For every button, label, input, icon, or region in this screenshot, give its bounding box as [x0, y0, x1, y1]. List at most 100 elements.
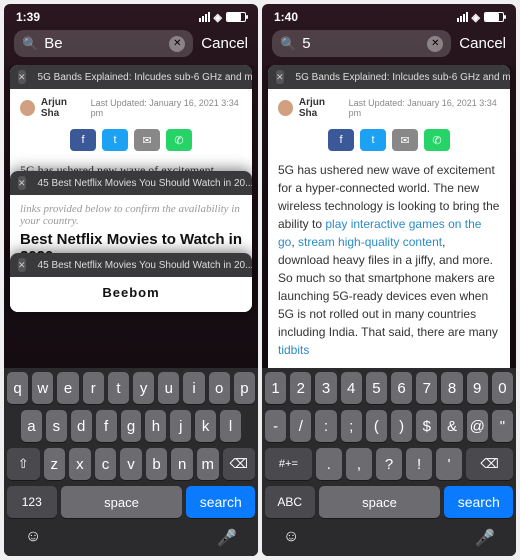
dictation-key[interactable]: 🎤: [475, 528, 495, 548]
key-:[interactable]: :: [315, 410, 336, 442]
key-6[interactable]: 6: [391, 372, 412, 404]
cellular-icon: [199, 12, 210, 22]
key-@[interactable]: @: [467, 410, 488, 442]
article-body: 5G has ushered new wave of excitement fo…: [278, 161, 500, 359]
close-tab-icon[interactable]: ✕: [18, 176, 26, 190]
key-&[interactable]: &: [441, 410, 462, 442]
key-y[interactable]: y: [133, 372, 154, 404]
clear-icon[interactable]: ✕: [169, 36, 185, 52]
key-i[interactable]: i: [183, 372, 204, 404]
key-7[interactable]: 7: [416, 372, 437, 404]
email-icon[interactable]: ✉: [134, 129, 160, 151]
key-a[interactable]: a: [21, 410, 42, 442]
key--[interactable]: -: [265, 410, 286, 442]
emoji-key[interactable]: ☺: [25, 528, 41, 548]
tab-search-field[interactable]: 🔍 Be ✕: [14, 30, 193, 57]
key-;[interactable]: ;: [341, 410, 362, 442]
avatar: [278, 100, 293, 116]
key-s[interactable]: s: [46, 410, 67, 442]
clear-icon[interactable]: ✕: [427, 36, 443, 52]
battery-icon: [226, 12, 246, 22]
key-$[interactable]: $: [416, 410, 437, 442]
key-5[interactable]: 5: [366, 372, 387, 404]
key-0[interactable]: 0: [492, 372, 513, 404]
key-h[interactable]: h: [145, 410, 166, 442]
key-![interactable]: !: [406, 448, 432, 480]
key-.[interactable]: .: [316, 448, 342, 480]
key-e[interactable]: e: [57, 372, 78, 404]
mode-key[interactable]: ABC: [265, 486, 315, 518]
shift-key[interactable]: ⇧: [7, 448, 40, 480]
key-8[interactable]: 8: [441, 372, 462, 404]
search-key[interactable]: search: [444, 486, 513, 518]
wifi-icon: ◈: [214, 11, 222, 24]
key-b[interactable]: b: [146, 448, 168, 480]
backspace-key[interactable]: ⌫: [466, 448, 513, 480]
key-3[interactable]: 3: [315, 372, 336, 404]
key-4[interactable]: 4: [341, 372, 362, 404]
key-,[interactable]: ,: [346, 448, 372, 480]
space-key[interactable]: space: [61, 486, 183, 518]
key-?[interactable]: ?: [376, 448, 402, 480]
key-k[interactable]: k: [195, 410, 216, 442]
author-name: Arjun Sha: [299, 97, 343, 119]
key-c[interactable]: c: [95, 448, 117, 480]
whatsapp-icon[interactable]: ✆: [424, 129, 450, 151]
cancel-button[interactable]: Cancel: [459, 35, 506, 52]
cancel-button[interactable]: Cancel: [201, 35, 248, 52]
tab-title: 5G Bands Explained: Inlcudes sub-6 GHz a…: [38, 72, 252, 83]
facebook-icon[interactable]: f: [328, 129, 354, 151]
twitter-icon[interactable]: t: [360, 129, 386, 151]
close-tab-icon[interactable]: ✕: [18, 70, 26, 84]
twitter-icon[interactable]: t: [102, 129, 128, 151]
key-n[interactable]: n: [171, 448, 193, 480]
tab-search-field[interactable]: 🔍 5 ✕: [272, 30, 451, 57]
search-key[interactable]: search: [186, 486, 255, 518]
search-query: Be: [44, 35, 163, 52]
site-logo: Beebom: [20, 285, 242, 300]
key-u[interactable]: u: [158, 372, 179, 404]
key-d[interactable]: d: [71, 410, 92, 442]
updated-text: Last Updated: January 16, 2021 3:34 pm: [349, 98, 500, 118]
key-r[interactable]: r: [83, 372, 104, 404]
key-o[interactable]: o: [209, 372, 230, 404]
close-tab-icon[interactable]: ✕: [18, 258, 26, 272]
link-stream[interactable]: stream high-quality content: [298, 235, 442, 249]
key-x[interactable]: x: [69, 448, 91, 480]
key-z[interactable]: z: [44, 448, 66, 480]
tab-card[interactable]: ✕ 5G Bands Explained: Inlcudes sub-6 GHz…: [10, 65, 252, 187]
emoji-key[interactable]: ☺: [283, 528, 299, 548]
key-l[interactable]: l: [220, 410, 241, 442]
key-t[interactable]: t: [108, 372, 129, 404]
space-key[interactable]: space: [319, 486, 441, 518]
dictation-key[interactable]: 🎤: [217, 528, 237, 548]
backspace-key[interactable]: ⌫: [223, 448, 256, 480]
facebook-icon[interactable]: f: [70, 129, 96, 151]
key-w[interactable]: w: [32, 372, 53, 404]
key-f[interactable]: f: [96, 410, 117, 442]
link-tidbits[interactable]: tidbits: [278, 343, 309, 357]
key-p[interactable]: p: [234, 372, 255, 404]
whatsapp-icon[interactable]: ✆: [166, 129, 192, 151]
key-)[interactable]: ): [391, 410, 412, 442]
key-9[interactable]: 9: [467, 372, 488, 404]
key-v[interactable]: v: [120, 448, 142, 480]
key-g[interactable]: g: [121, 410, 142, 442]
key-1[interactable]: 1: [265, 372, 286, 404]
key-'[interactable]: ': [436, 448, 462, 480]
key-/[interactable]: /: [290, 410, 311, 442]
tab-card[interactable]: ✕ 5G Bands Explained: Inlcudes sub-6 GHz…: [268, 65, 510, 368]
tab-title: 5G Bands Explained: Inlcudes sub-6 GHz a…: [296, 72, 510, 83]
key-([interactable]: (: [366, 410, 387, 442]
key-"[interactable]: ": [492, 410, 513, 442]
symbols-key[interactable]: #+=: [265, 448, 312, 480]
key-m[interactable]: m: [197, 448, 219, 480]
key-2[interactable]: 2: [290, 372, 311, 404]
tab-title: 45 Best Netflix Movies You Should Watch …: [38, 260, 252, 271]
email-icon[interactable]: ✉: [392, 129, 418, 151]
key-j[interactable]: j: [170, 410, 191, 442]
key-q[interactable]: q: [7, 372, 28, 404]
tab-card[interactable]: ✕ 45 Best Netflix Movies You Should Watc…: [10, 253, 252, 312]
close-tab-icon[interactable]: ✕: [276, 70, 284, 84]
mode-key[interactable]: 123: [7, 486, 57, 518]
